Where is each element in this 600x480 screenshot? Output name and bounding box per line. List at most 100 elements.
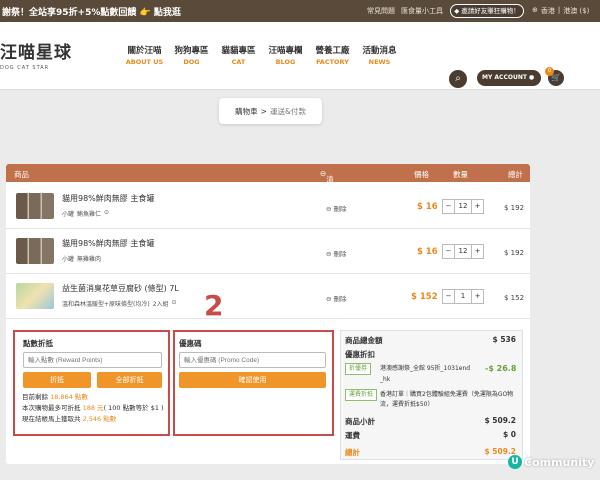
nav-item-cat[interactable]: 貓貓專區 CAT — [215, 44, 262, 66]
promo-code-title: 優惠碼 — [179, 339, 202, 348]
order-summary: 商品總金額 $ 536 優惠折扣 折優券 港澳感謝祭_全館 95折_1031en… — [340, 330, 523, 460]
community-watermark: U Community — [508, 455, 594, 469]
nav-sublabel: CAT — [231, 58, 246, 66]
discount-tag-coupon: 折優券 — [345, 363, 372, 375]
earn-label: 現在結帳馬上獲取共 — [22, 415, 81, 423]
col-price: 價格 — [414, 170, 429, 179]
deduct-points-button[interactable]: 折抵 — [23, 372, 91, 388]
nav-sublabel: FACTORY — [316, 58, 349, 66]
delete-button[interactable]: ⊖ 刪除 — [326, 293, 347, 303]
nav-label: 貓貓專區 — [221, 46, 256, 56]
clear-cart-button[interactable]: ⊖ 清空購物車 — [320, 169, 334, 228]
info-icon[interactable]: ⊙ — [104, 209, 109, 218]
product-price: $ 152 — [411, 292, 438, 302]
option-pack: 2入組 — [152, 301, 169, 308]
qty-input[interactable]: 1 — [454, 290, 472, 303]
reward-points-input[interactable] — [23, 352, 162, 368]
logo-tagline: DOG CAT STAR — [0, 65, 50, 71]
qty-decrease-button[interactable]: − — [443, 200, 454, 213]
main-nav: 關於汪喵 ABOUT US 狗狗專區 DOG 貓貓專區 CAT 汪喵專欄 BLO… — [121, 44, 403, 66]
nav-label: 狗狗專區 — [174, 46, 209, 56]
watermark-text: Community — [524, 455, 595, 469]
top-promo-bar: 謝祭！全站享95折+5%點數回饋 👉 點我逛 常見問題 匯食量小工具 ◆ 邀請好… — [0, 0, 600, 22]
product-image[interactable] — [16, 283, 54, 309]
product-price: $ 16 — [417, 247, 438, 257]
nav-label: 活動消息 — [362, 46, 397, 56]
annotation-number: 2 — [204, 289, 224, 322]
subtotal-label: 商品小計 — [345, 417, 375, 426]
nav-label: 汪喵專欄 — [268, 46, 303, 56]
qty-decrease-button[interactable]: − — [443, 290, 454, 303]
faq-link[interactable]: 常見問題 — [367, 6, 395, 16]
deduct-all-points-button[interactable]: 全部折抵 — [97, 372, 162, 388]
discount-coupon-suffix: _hk — [380, 376, 391, 383]
nav-item-about[interactable]: 關於汪喵 ABOUT US — [121, 44, 168, 66]
discount-coupon-text: 港澳感謝祭_全館 95折_1031end — [380, 365, 471, 372]
product-name[interactable]: 貓用98%鮮肉無膠 主食罐 — [62, 238, 154, 249]
info-icon[interactable]: ⊙ — [172, 299, 177, 308]
shipping-value: $ 0 — [502, 430, 516, 439]
delete-button[interactable]: ⊖ 刪除 — [326, 248, 347, 258]
product-name[interactable]: 貓用98%鮮肉無膠 主食罐 — [62, 193, 154, 204]
tool-link[interactable]: 匯食量小工具 — [401, 6, 443, 16]
region-selector[interactable]: ⊕ 香港 | 港澳 ($) — [532, 6, 589, 16]
product-options: 溫和森林溫暖型+原味條型(均冷) 2入組 ⊙ — [62, 299, 177, 308]
promo-banner-link[interactable]: 謝祭！全站享95折+5%點數回饋 👉 點我逛 — [2, 5, 181, 18]
user-icon: ● — [529, 74, 535, 81]
row-total: $ 152 — [504, 294, 525, 302]
nav-item-dog[interactable]: 狗狗專區 DOG — [168, 44, 215, 66]
discount-tag-shipping: 運費折抵 — [345, 389, 378, 401]
nav-item-blog[interactable]: 汪喵專欄 BLOG — [262, 44, 309, 66]
promo-code-box: 優惠碼 確認使用 — [173, 330, 334, 436]
reward-points-info: 目前剩餘 18,864 點數 本次購物最多可折抵 188 元( 100 點數等於… — [22, 392, 164, 425]
divider: | — [557, 6, 561, 14]
nav-sublabel: BLOG — [275, 58, 296, 66]
quantity-stepper: − 1 + — [442, 289, 484, 304]
nav-item-factory[interactable]: 營養工廠 FACTORY — [309, 44, 356, 66]
nav-sublabel: DOG — [183, 58, 200, 66]
max-deduct-label: 本次購物最多可折抵 — [22, 404, 81, 412]
qty-increase-button[interactable]: + — [472, 200, 483, 213]
qty-input[interactable]: 12 — [454, 245, 472, 258]
delete-button[interactable]: ⊖ 刪除 — [326, 203, 347, 213]
option-size: 小罐 — [62, 211, 75, 218]
remaining-points: 18,864 點數 — [50, 393, 88, 401]
qty-increase-button[interactable]: + — [472, 290, 483, 303]
nav-sublabel: ABOUT US — [125, 58, 164, 66]
currency-label: 港澳 ($) — [563, 7, 590, 15]
reward-points-box: 點數折抵 折抵 全部折抵 目前剩餘 18,864 點數 本次購物最多可折抵 18… — [13, 330, 170, 436]
cart-row: 益生菌消臭花草豆腐砂 (條型) 7L 溫和森林溫暖型+原味條型(均冷) 2入組 … — [6, 275, 530, 319]
subtotal-value: $ 509.2 — [484, 416, 516, 425]
product-options: 小罐 無雞雞肉 — [62, 254, 101, 263]
cart-count-badge: 0 — [545, 67, 554, 76]
site-header: 汪喵星球 DOG CAT STAR 關於汪喵 ABOUT US 狗狗專區 DOG… — [0, 22, 600, 90]
region-label: 香港 — [540, 7, 555, 15]
col-qty: 數量 — [453, 170, 468, 179]
utility-links: 常見問題 匯食量小工具 — [367, 6, 443, 16]
search-icon[interactable]: ⌕ — [449, 70, 467, 88]
logo[interactable]: 汪喵星球 DOG CAT STAR — [0, 38, 72, 71]
checkout-steps: 購物車 > 運送&付款 — [219, 98, 322, 124]
my-account-button[interactable]: MY ACCOUNT ● — [477, 70, 541, 86]
row-total: $ 192 — [504, 204, 525, 212]
discount-coupon-value: -$ 26.8 — [485, 364, 517, 373]
qty-increase-button[interactable]: + — [472, 245, 483, 258]
points-ratio: ( 100 點數等於 $1 ) — [103, 404, 164, 412]
qty-decrease-button[interactable]: − — [443, 245, 454, 258]
apply-promo-button[interactable]: 確認使用 — [179, 372, 326, 388]
option-variant: 溫和森林溫暖型+原味條型(均冷) — [62, 301, 150, 308]
product-name[interactable]: 益生菌消臭花草豆腐砂 (條型) 7L — [62, 283, 179, 294]
invite-friends-button[interactable]: ◆ 邀請好友賺狂購物！ — [450, 4, 524, 18]
product-image[interactable] — [16, 193, 54, 219]
qty-input[interactable]: 12 — [454, 200, 472, 213]
nav-item-news[interactable]: 活動消息 NEWS — [356, 44, 403, 66]
delete-label: 刪除 — [333, 205, 347, 213]
row-total: $ 192 — [504, 249, 525, 257]
account-label: MY ACCOUNT — [482, 74, 527, 81]
promo-code-input[interactable] — [179, 352, 326, 368]
option-flavor: 無雞雞肉 — [77, 256, 102, 263]
remaining-label: 目前剩餘 — [22, 393, 48, 401]
product-image[interactable] — [16, 238, 54, 264]
delete-label: 刪除 — [333, 250, 347, 258]
shipping-label: 運費 — [345, 431, 360, 440]
